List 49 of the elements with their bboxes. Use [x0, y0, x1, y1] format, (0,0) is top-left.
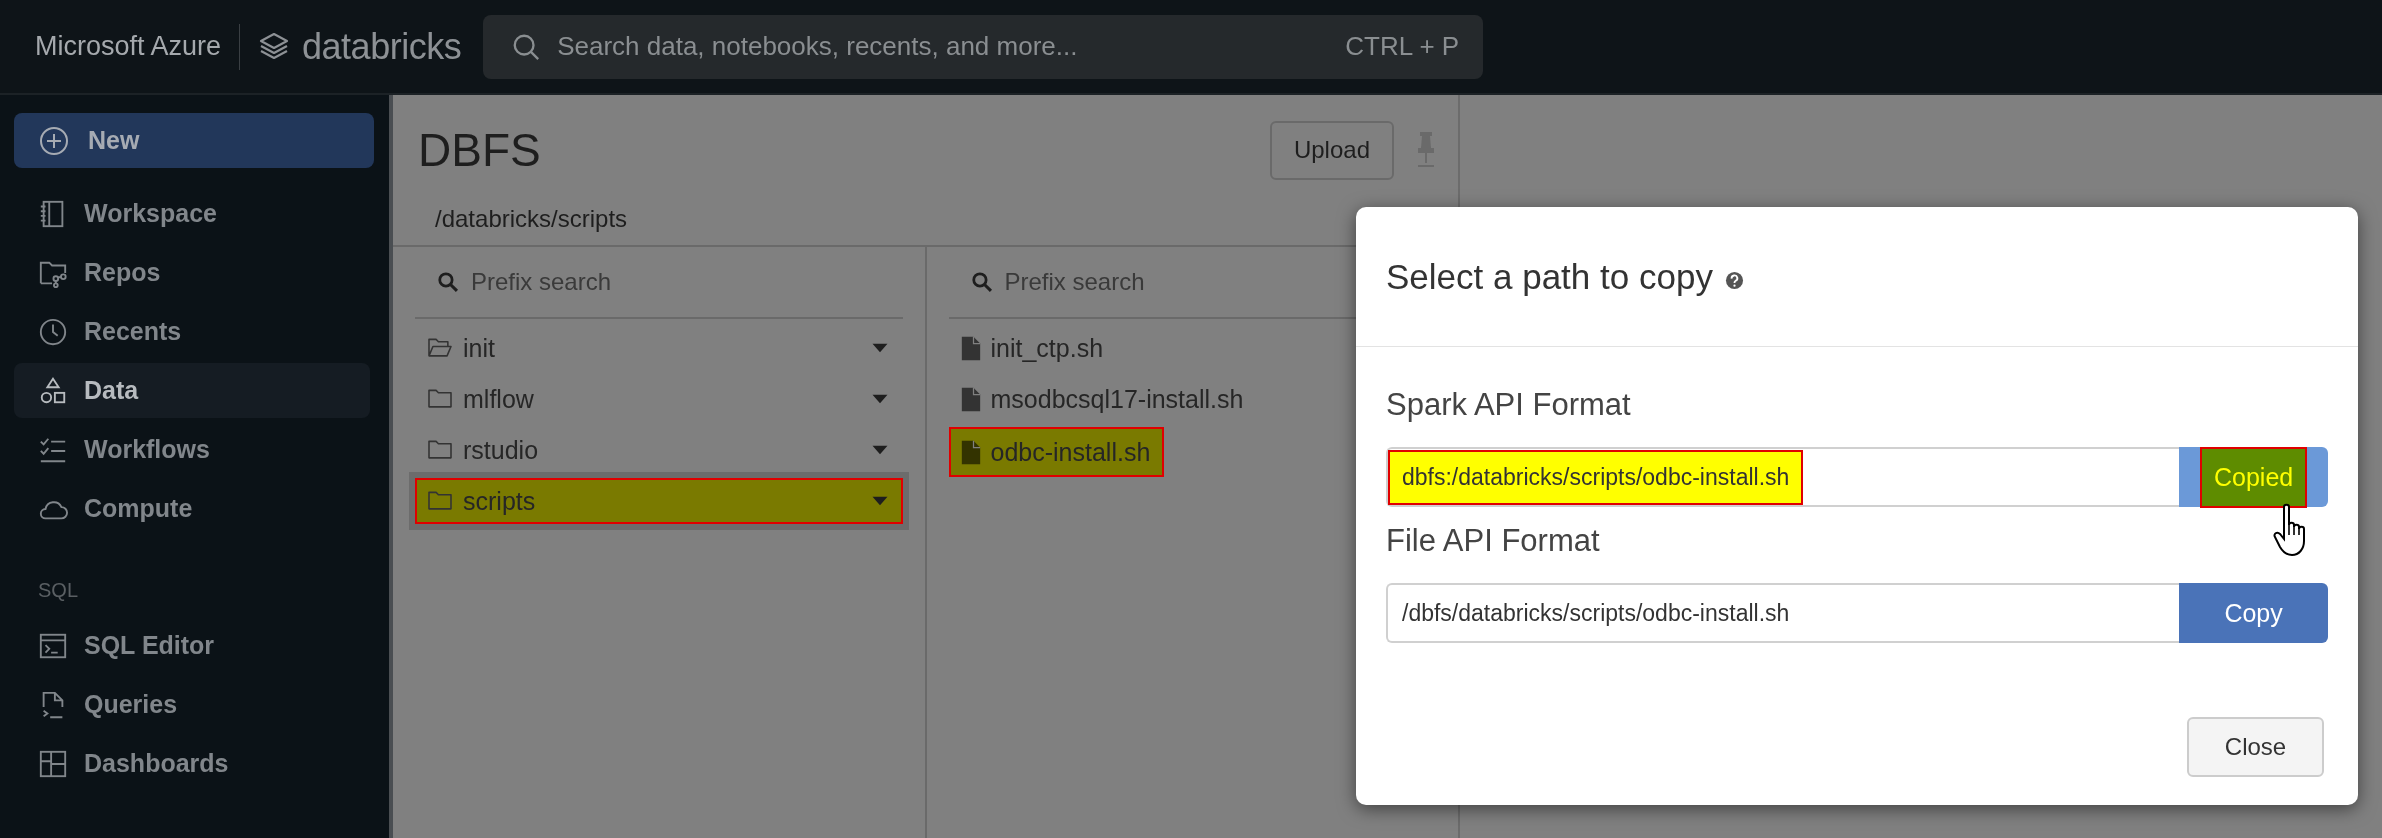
product-name: databricks	[302, 25, 462, 68]
help-icon	[1724, 271, 1744, 290]
search-field[interactable]: Search data, notebooks, recents, and more... CTRL + P	[483, 14, 1484, 79]
prefix-search-field[interactable]: Prefix search	[415, 247, 903, 319]
search-icon	[437, 271, 459, 293]
dashboard-icon	[38, 748, 68, 779]
folder-icon	[427, 490, 453, 512]
path-field[interactable]: /dbfs/databricks/scripts/odbc-install.sh	[1386, 583, 2180, 643]
path-field[interactable]: dbfs:/databricks/scripts/odbc-install.sh	[1386, 447, 2180, 507]
caret-icon	[870, 496, 889, 506]
sidebar-item[interactable]: Workspace	[14, 186, 370, 241]
search-icon	[970, 271, 993, 293]
sidebar-item[interactable]: Compute	[14, 481, 370, 536]
copy-button[interactable]: Copied	[2179, 447, 2328, 507]
folder-icon	[427, 439, 453, 461]
close-button[interactable]: Close	[2187, 717, 2324, 777]
sidebar-item[interactable]: Repos	[14, 245, 370, 300]
upload-button[interactable]: Upload	[1269, 120, 1394, 180]
new-button[interactable]: New	[14, 113, 374, 168]
brand-name: Microsoft Azure	[35, 31, 222, 62]
plus-circle-icon	[38, 124, 70, 157]
sidebar-item[interactable]: Workflows	[14, 422, 370, 477]
file-icon	[960, 439, 981, 465]
caret-icon	[870, 343, 889, 353]
shortcut-hint: CTRL + P	[1345, 31, 1460, 62]
caret-icon	[870, 445, 889, 455]
shapes-icon	[38, 375, 68, 406]
field-label: Spark API Format	[1386, 387, 1631, 424]
sidebar-item[interactable]: Recents	[14, 304, 370, 359]
file-item[interactable]: init_ctp.sh	[948, 325, 1118, 371]
sidebar-item[interactable]: Queries	[14, 677, 370, 732]
copy-button[interactable]: Copy	[2179, 583, 2328, 643]
folder-item[interactable]: init	[415, 325, 903, 371]
folder-icon	[427, 388, 453, 410]
sidebar-item[interactable]: Dashboards	[14, 736, 370, 791]
open-folder-icon	[427, 337, 453, 359]
sidebar-item[interactable]: Data	[14, 363, 370, 418]
page-title: DBFS	[418, 123, 541, 177]
folder-item[interactable]: rstudio	[415, 427, 903, 473]
file-icon	[960, 386, 981, 412]
section-heading: SQL	[37, 577, 80, 603]
file-icon	[960, 335, 981, 361]
field-label: File API Format	[1386, 523, 1600, 560]
clock-icon	[38, 316, 68, 347]
file-item[interactable]: msodbcsql17-install.sh	[948, 376, 1258, 422]
caret-icon	[870, 394, 889, 404]
sidebar-item[interactable]: SQL Editor	[14, 618, 370, 673]
file-item[interactable]: odbc-install.sh	[948, 427, 1165, 477]
folder-item[interactable]: mlflow	[415, 376, 903, 422]
